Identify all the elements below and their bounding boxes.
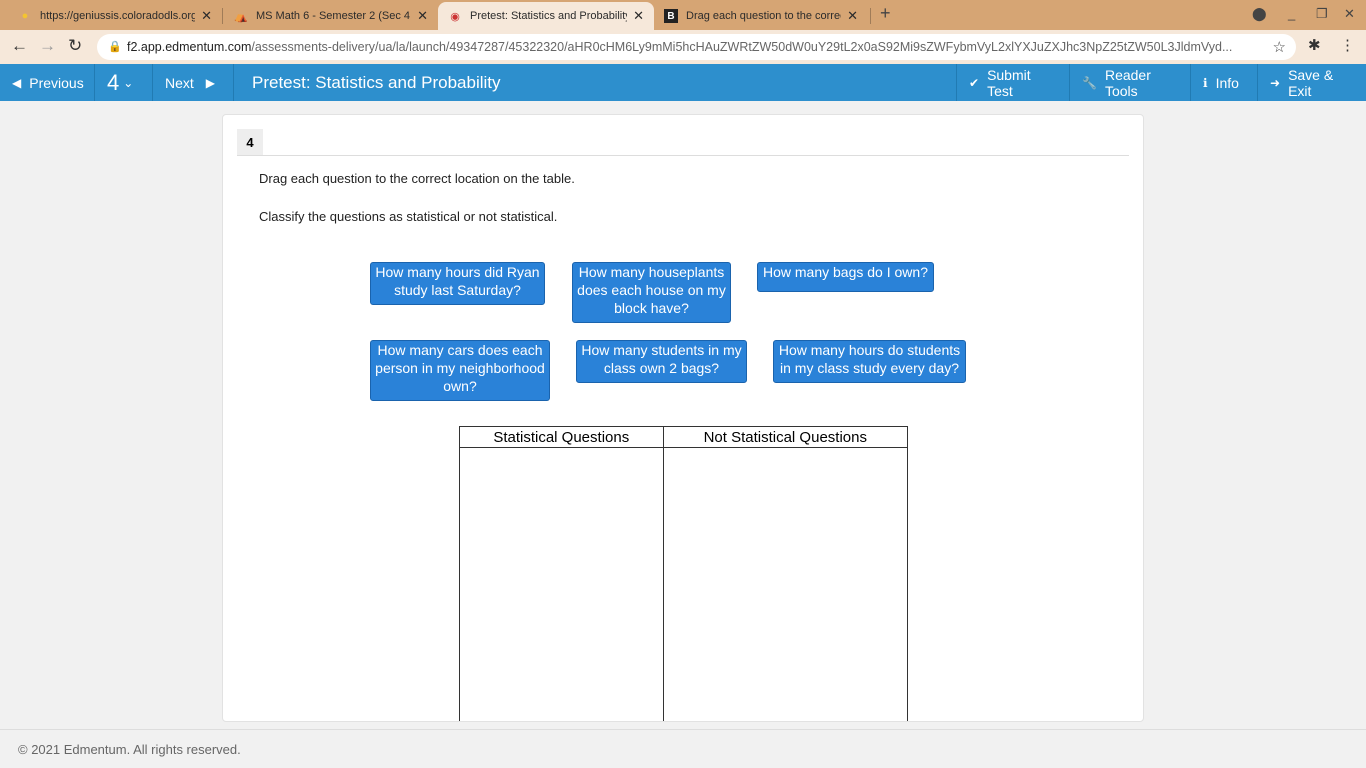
previous-button[interactable]: ◀ Previous [0, 64, 95, 101]
close-tab-icon[interactable]: ✕ [417, 8, 428, 24]
draggable-question[interactable]: How many hours did Ryan study last Satur… [370, 262, 545, 305]
page-title: Pretest: Statistics and Probability [252, 72, 501, 92]
url-path: /assessments-delivery/ua/la/launch/49347… [251, 40, 1233, 54]
draggable-question[interactable]: How many hours do students in my class s… [773, 340, 966, 383]
draggable-question[interactable]: How many houseplants does each house on … [572, 262, 731, 323]
question-select[interactable]: 4 ⌄ [95, 64, 153, 101]
submit-label: Submit Test [987, 66, 1031, 99]
info-button[interactable]: ℹ Info [1191, 64, 1258, 101]
draggable-question[interactable]: How many students in my class own 2 bags… [576, 340, 747, 383]
next-button[interactable]: Next ▶ [153, 64, 234, 101]
browser-tab[interactable]: ● https://geniussis.coloradodls.org ✕ [8, 2, 222, 30]
column-header-not-statistical: Not Statistical Questions [662, 426, 909, 448]
column-header-statistical: Statistical Questions [459, 426, 664, 448]
chevron-left-circle-icon: ◀ [12, 75, 22, 90]
close-tab-icon[interactable]: ✕ [201, 8, 212, 24]
reload-icon[interactable]: ↻ [68, 36, 82, 56]
chevron-down-icon: ⌄ [123, 75, 134, 90]
info-icon: ℹ [1203, 75, 1208, 90]
minimize-icon[interactable]: _ [1288, 6, 1295, 21]
save-exit-button[interactable]: ➜ Save & Exit [1258, 64, 1366, 101]
reader-tools-button[interactable]: 🔧 Reader Tools [1070, 64, 1191, 101]
tab-search-icon[interactable]: ⬤ [1252, 6, 1267, 22]
info-label: Info [1215, 74, 1239, 91]
restore-icon[interactable]: ❐ [1316, 6, 1328, 22]
tab-title: Drag each question to the correct [686, 10, 842, 22]
classification-table: Statistical Questions Not Statistical Que… [459, 426, 909, 721]
tab-title: MS Math 6 - Semester 2 (Sec 4 C [256, 10, 412, 22]
close-window-icon[interactable]: ✕ [1344, 6, 1355, 22]
tab-title: https://geniussis.coloradodls.org [40, 10, 196, 22]
check-circle-icon: ✔ [969, 75, 980, 90]
browser-tab[interactable]: ⛺ MS Math 6 - Semester 2 (Sec 4 C ✕ [224, 2, 438, 30]
drop-zone-not-statistical[interactable] [662, 447, 909, 721]
browser-tab-active[interactable]: ◉ Pretest: Statistics and Probability ✕ [438, 2, 654, 30]
edmentum-icon: ◉ [450, 10, 460, 23]
back-icon[interactable]: ← [11, 36, 28, 56]
tab-title: Pretest: Statistics and Probability [470, 10, 628, 22]
url-host: f2.app.edmentum.com [127, 40, 252, 54]
question-number: 4 [107, 69, 120, 95]
draggable-question[interactable]: How many bags do I own? [757, 262, 934, 292]
drop-zone-statistical[interactable] [459, 447, 664, 721]
forward-icon[interactable]: → [39, 36, 56, 56]
menu-icon[interactable]: ⋮ [1340, 36, 1355, 54]
next-label: Next [165, 74, 194, 91]
new-tab-icon[interactable]: + [880, 3, 891, 24]
draggable-question[interactable]: How many cars does each person in my nei… [370, 340, 550, 401]
lightbulb-icon: ● [21, 10, 29, 22]
course-icon: ⛺ [234, 10, 248, 23]
lock-icon: 🔒 [108, 41, 122, 53]
bookmark-star-icon[interactable]: ☆ [1273, 38, 1286, 56]
submit-test-button[interactable]: ✔ Submit Test [956, 64, 1070, 101]
instruction-text: Classify the questions as statistical or… [259, 209, 558, 224]
reader-tools-label: Reader Tools [1104, 66, 1151, 99]
previous-label: Previous [29, 74, 84, 91]
question-number-badge: 4 [237, 129, 263, 155]
extensions-icon[interactable]: ✱ [1308, 36, 1321, 54]
url-input[interactable]: 🔒 f2.app.edmentum.com/assessments-delive… [97, 34, 1296, 60]
wrench-icon: 🔧 [1082, 75, 1097, 90]
save-exit-label: Save & Exit [1288, 66, 1334, 99]
copyright-footer: © 2021 Edmentum. All rights reserved. [0, 729, 1366, 768]
chevron-right-circle-icon: ▶ [205, 75, 216, 90]
sign-in-icon: ➜ [1270, 75, 1281, 90]
divider [237, 155, 1129, 156]
tab-strip: ● https://geniussis.coloradodls.org ✕ ⛺ MS … [0, 0, 1366, 30]
assessment-toolbar: ◀ Previous 4 ⌄ Next ▶ Pretest: Statistics a… [0, 64, 1366, 101]
close-tab-icon[interactable]: ✕ [633, 8, 644, 24]
browser-tab[interactable]: B Drag each question to the correct ✕ [654, 2, 868, 30]
close-tab-icon[interactable]: ✕ [847, 8, 858, 24]
question-card: 4 Drag each question to the correct loca… [222, 114, 1144, 722]
brainly-icon: B [664, 9, 678, 23]
instruction-text: Drag each question to the correct locati… [259, 171, 575, 186]
